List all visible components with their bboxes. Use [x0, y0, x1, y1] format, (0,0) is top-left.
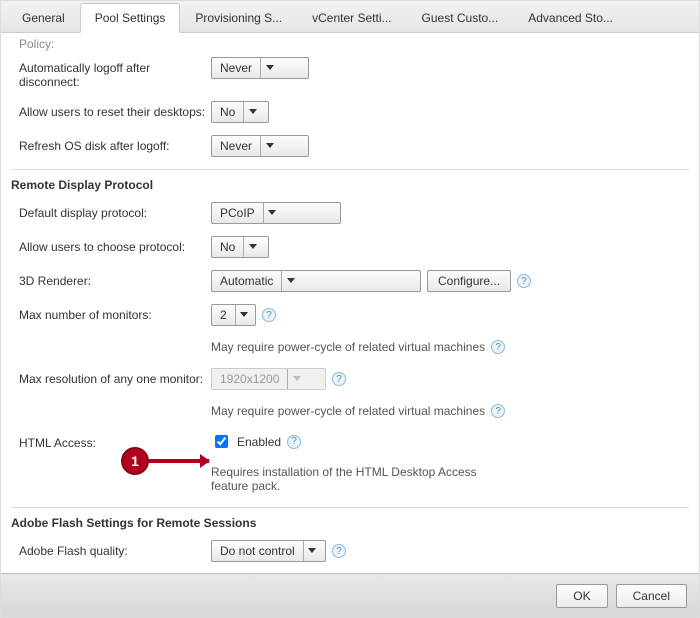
flash-quality-dropdown[interactable]: Do not control — [211, 540, 326, 562]
help-icon[interactable]: ? — [517, 274, 531, 288]
help-icon[interactable]: ? — [491, 404, 505, 418]
3d-renderer-label: 3D Renderer: — [11, 270, 211, 288]
tab-vcenter[interactable]: vCenter Setti... — [297, 3, 406, 32]
help-icon[interactable]: ? — [332, 544, 346, 558]
auto-logoff-label: Automatically logoff after disconnect: — [11, 57, 211, 89]
dropdown-arrow-icon — [243, 237, 261, 257]
power-cycle-note: May require power-cycle of related virtu… — [211, 338, 485, 356]
refresh-os-dropdown[interactable]: Never — [211, 135, 309, 157]
html-access-label: HTML Access: — [11, 432, 211, 450]
dropdown-arrow-icon — [287, 369, 305, 389]
truncated-policy-row: Policy: — [11, 37, 689, 51]
allow-reset-dropdown[interactable]: No — [211, 101, 269, 123]
default-protocol-dropdown[interactable]: PCoIP — [211, 202, 341, 224]
flash-settings-header: Adobe Flash Settings for Remote Sessions — [11, 507, 689, 534]
dropdown-arrow-icon — [281, 271, 299, 291]
tab-provisioning[interactable]: Provisioning S... — [180, 3, 297, 32]
html-access-checkbox[interactable] — [215, 435, 228, 448]
dialog-footer: OK Cancel — [1, 573, 699, 617]
max-resolution-dropdown: 1920x1200 — [211, 368, 326, 390]
html-access-note: Requires installation of the HTML Deskto… — [211, 463, 511, 495]
dropdown-arrow-icon — [260, 136, 278, 156]
dropdown-arrow-icon — [263, 203, 281, 223]
default-protocol-label: Default display protocol: — [11, 202, 211, 220]
max-resolution-label: Max resolution of any one monitor: — [11, 368, 211, 386]
allow-reset-label: Allow users to reset their desktops: — [11, 101, 211, 119]
tab-bar: General Pool Settings Provisioning S... … — [1, 1, 699, 33]
refresh-os-label: Refresh OS disk after logoff: — [11, 135, 211, 153]
allow-choose-protocol-label: Allow users to choose protocol: — [11, 236, 211, 254]
tab-advanced-storage[interactable]: Advanced Sto... — [513, 3, 628, 32]
flash-quality-label: Adobe Flash quality: — [11, 540, 211, 558]
ok-button[interactable]: OK — [556, 584, 607, 608]
configure-button[interactable]: Configure... — [427, 270, 511, 292]
tab-pool-settings[interactable]: Pool Settings — [80, 3, 181, 33]
remote-display-header: Remote Display Protocol — [11, 169, 689, 196]
max-monitors-label: Max number of monitors: — [11, 304, 211, 322]
power-cycle-note-2: May require power-cycle of related virtu… — [211, 402, 485, 420]
help-icon[interactable]: ? — [287, 435, 301, 449]
settings-content: Policy: Automatically logoff after disco… — [1, 33, 699, 563]
html-enabled-text: Enabled — [237, 435, 281, 449]
help-icon[interactable]: ? — [332, 372, 346, 386]
cancel-button[interactable]: Cancel — [616, 584, 687, 608]
tab-general[interactable]: General — [7, 3, 80, 32]
max-monitors-dropdown[interactable]: 2 — [211, 304, 256, 326]
dropdown-arrow-icon — [260, 58, 278, 78]
help-icon[interactable]: ? — [491, 340, 505, 354]
dropdown-arrow-icon — [303, 541, 321, 561]
dropdown-arrow-icon — [243, 102, 261, 122]
dropdown-arrow-icon — [235, 305, 253, 325]
help-icon[interactable]: ? — [262, 308, 276, 322]
tab-guest-customization[interactable]: Guest Custo... — [407, 3, 514, 32]
allow-choose-protocol-dropdown[interactable]: No — [211, 236, 269, 258]
3d-renderer-dropdown[interactable]: Automatic — [211, 270, 421, 292]
auto-logoff-dropdown[interactable]: Never — [211, 57, 309, 79]
